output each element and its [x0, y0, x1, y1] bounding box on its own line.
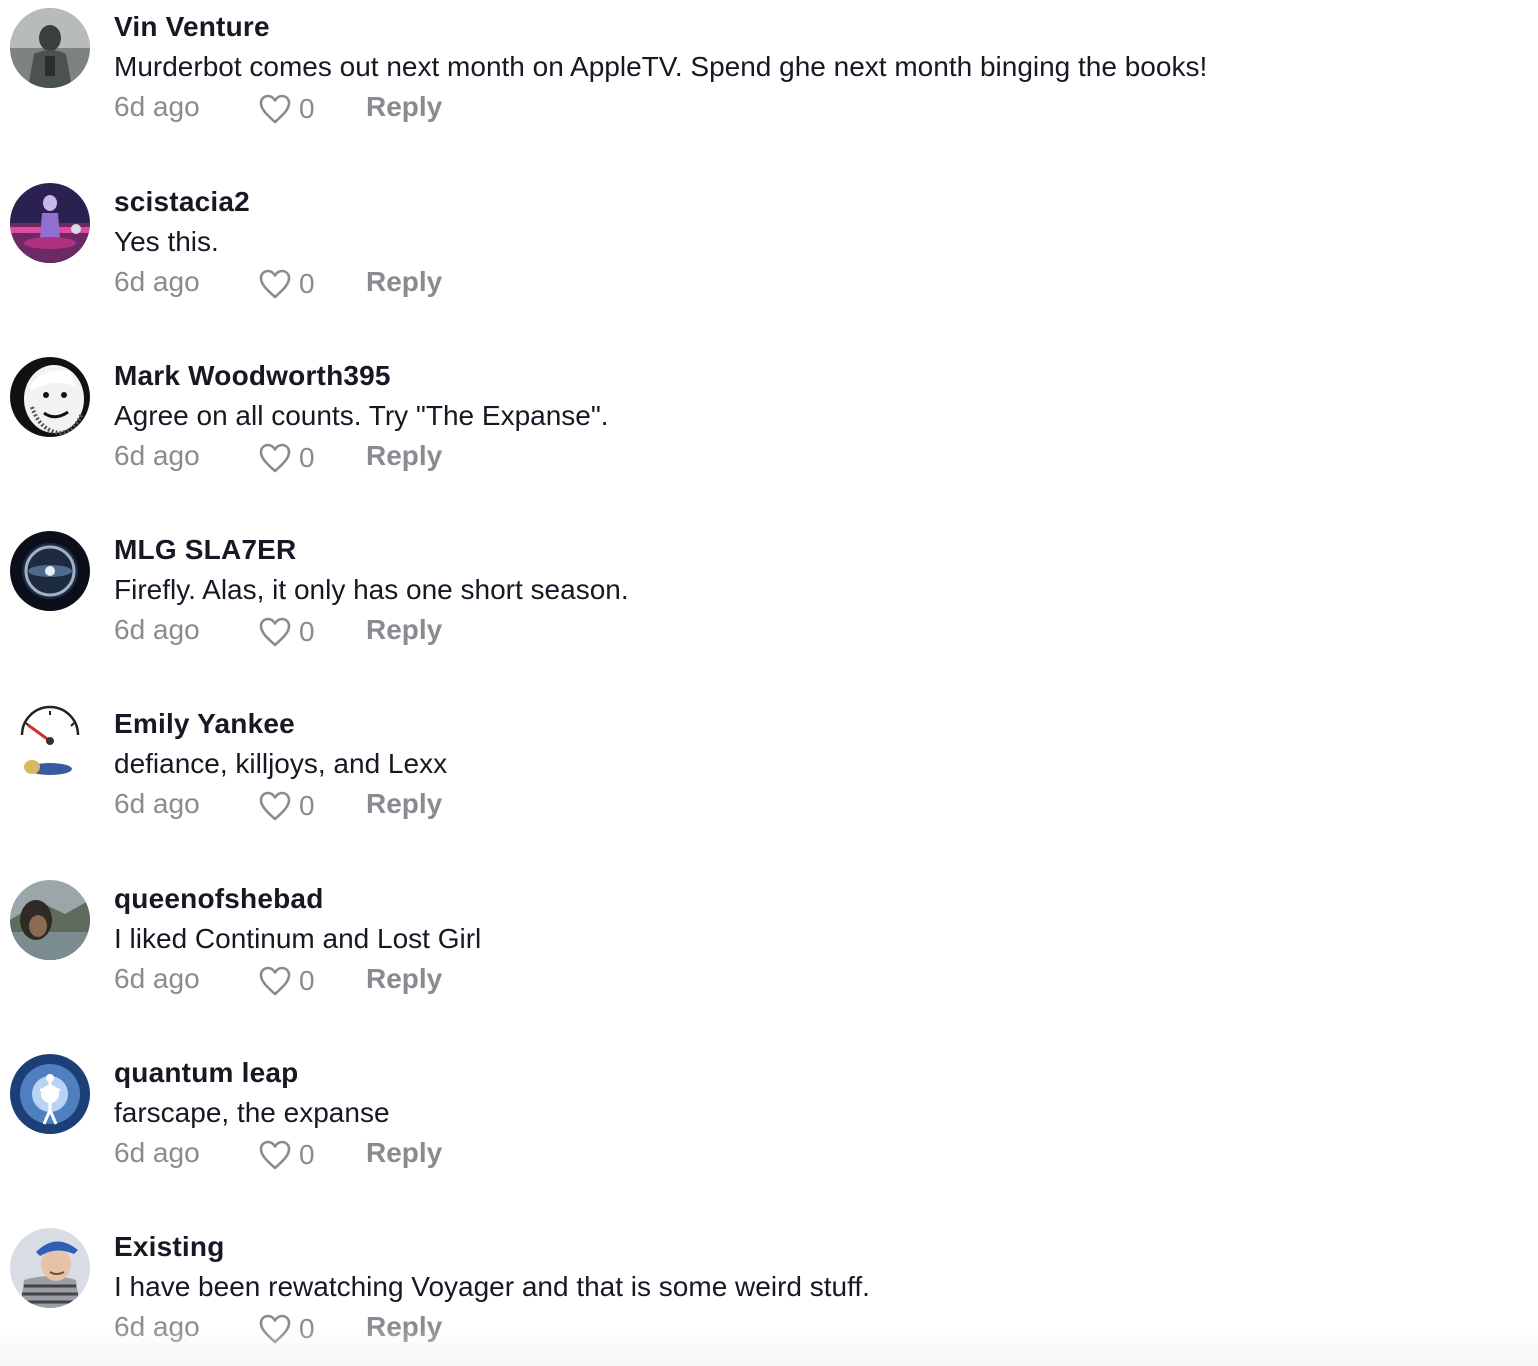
comment-username[interactable]: queenofshebad	[114, 882, 324, 916]
comment-text: Murderbot comes out next month on AppleT…	[114, 51, 1208, 82]
like-button[interactable]: 0	[258, 615, 315, 649]
heart-icon	[259, 94, 291, 124]
comment-item: quantum leap farscape, the expanse 6d ag…	[0, 1054, 1538, 1204]
like-count: 0	[299, 268, 315, 299]
like-count: 0	[299, 1139, 315, 1170]
like-count: 0	[299, 790, 315, 821]
comment-username[interactable]: scistacia2	[114, 185, 250, 219]
comment-item: queenofshebad I liked Continum and Lost …	[0, 880, 1538, 1030]
avatar[interactable]	[10, 1054, 90, 1134]
like-button[interactable]: 0	[258, 267, 315, 301]
avatar[interactable]	[10, 1228, 90, 1308]
comment-meta: 6d ago 0 Reply	[114, 265, 514, 301]
reply-button[interactable]: Reply	[366, 1136, 442, 1170]
comment-meta: 6d ago 0 Reply	[114, 1136, 514, 1172]
like-count: 0	[299, 965, 315, 996]
reply-button[interactable]: Reply	[366, 613, 442, 647]
heart-icon	[259, 791, 291, 821]
comment-text: defiance, killjoys, and Lexx	[114, 748, 448, 779]
like-button[interactable]: 0	[258, 1312, 315, 1346]
comment-item: Emily Yankee defiance, killjoys, and Lex…	[0, 705, 1538, 855]
comment-timestamp: 6d ago	[114, 440, 200, 471]
comment-username[interactable]: Vin Venture	[114, 10, 270, 44]
robot-avatar-icon	[10, 8, 90, 88]
comment-item: scistacia2 Yes this. 6d ago 0 Reply	[0, 183, 1538, 333]
comment-meta: 6d ago 0 Reply	[114, 962, 514, 998]
avatar[interactable]	[10, 531, 90, 611]
fuel-gauge-avatar-icon	[10, 705, 90, 785]
reply-button[interactable]: Reply	[366, 787, 442, 821]
avatar[interactable]	[10, 357, 90, 437]
comment-username[interactable]: Existing	[114, 1230, 225, 1264]
comment-timestamp: 6d ago	[114, 1311, 200, 1342]
comment-item: MLG SLA7ER Firefly. Alas, it only has on…	[0, 531, 1538, 681]
comment-timestamp: 6d ago	[114, 614, 200, 645]
like-count: 0	[299, 616, 315, 647]
comment-meta: 6d ago 0 Reply	[114, 787, 514, 823]
avatar[interactable]	[10, 8, 90, 88]
comment-text: farscape, the expanse	[114, 1097, 390, 1128]
neon-figure-avatar-icon	[10, 183, 90, 263]
comment-timestamp: 6d ago	[114, 963, 200, 994]
like-button[interactable]: 0	[258, 92, 315, 126]
comment-text: Yes this.	[114, 226, 219, 257]
heart-icon	[259, 966, 291, 996]
heart-icon	[259, 443, 291, 473]
like-count: 0	[299, 93, 315, 124]
comment-meta: 6d ago 0 Reply	[114, 613, 514, 649]
avatar[interactable]	[10, 880, 90, 960]
bw-face-avatar-icon	[10, 357, 90, 437]
heart-icon	[259, 617, 291, 647]
reply-button[interactable]: Reply	[366, 1310, 442, 1344]
comment-username[interactable]: quantum leap	[114, 1056, 298, 1090]
comment-item: Vin Venture Murderbot comes out next mon…	[0, 8, 1538, 158]
heart-icon	[259, 1314, 291, 1344]
like-count: 0	[299, 1313, 315, 1344]
comment-meta: 6d ago 0 Reply	[114, 90, 514, 126]
light-figure-avatar-icon	[10, 1054, 90, 1134]
avatar[interactable]	[10, 183, 90, 263]
like-button[interactable]: 0	[258, 1138, 315, 1172]
reply-button[interactable]: Reply	[366, 90, 442, 124]
comment-username[interactable]: MLG SLA7ER	[114, 533, 296, 567]
avatar[interactable]	[10, 705, 90, 785]
comment-timestamp: 6d ago	[114, 1137, 200, 1168]
comment-text: I liked Continum and Lost Girl	[114, 923, 482, 954]
comment-item: Existing I have been rewatching Voyager …	[0, 1228, 1538, 1366]
comment-meta: 6d ago 0 Reply	[114, 1310, 514, 1346]
like-button[interactable]: 0	[258, 964, 315, 998]
comment-timestamp: 6d ago	[114, 91, 200, 122]
comment-text: I have been rewatching Voyager and that …	[114, 1271, 870, 1302]
comment-meta: 6d ago 0 Reply	[114, 439, 514, 475]
comment-list: Vin Venture Murderbot comes out next mon…	[0, 0, 1538, 1366]
like-count: 0	[299, 442, 315, 473]
person-cap-avatar-icon	[10, 1228, 90, 1308]
comment-text: Agree on all counts. Try "The Expanse".	[114, 400, 609, 431]
space-orb-avatar-icon	[10, 531, 90, 611]
comment-item: Mark Woodworth395 Agree on all counts. T…	[0, 357, 1538, 507]
comment-timestamp: 6d ago	[114, 266, 200, 297]
reply-button[interactable]: Reply	[366, 962, 442, 996]
comment-text: Firefly. Alas, it only has one short sea…	[114, 574, 629, 605]
reply-button[interactable]: Reply	[366, 265, 442, 299]
reply-button[interactable]: Reply	[366, 439, 442, 473]
comment-timestamp: 6d ago	[114, 788, 200, 819]
heart-icon	[259, 1140, 291, 1170]
comment-username[interactable]: Mark Woodworth395	[114, 359, 391, 393]
heart-icon	[259, 269, 291, 299]
like-button[interactable]: 0	[258, 789, 315, 823]
landscape-avatar-icon	[10, 880, 90, 960]
comment-username[interactable]: Emily Yankee	[114, 707, 295, 741]
like-button[interactable]: 0	[258, 441, 315, 475]
